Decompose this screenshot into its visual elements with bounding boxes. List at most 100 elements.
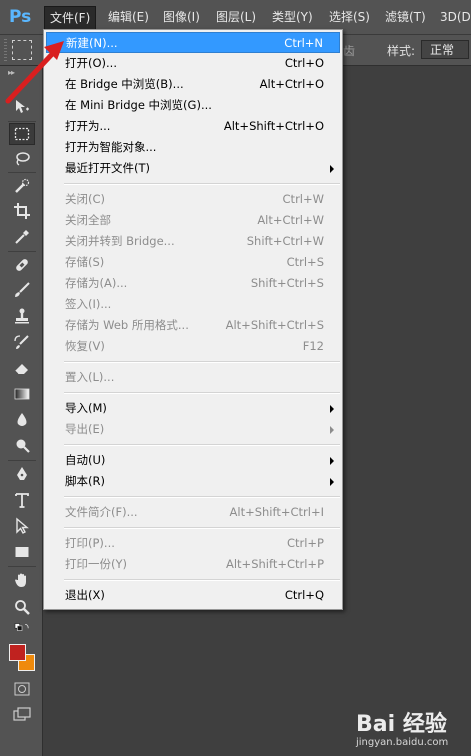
menu-item[interactable]: 导出(E) <box>46 419 340 440</box>
crop-tool-icon[interactable] <box>9 200 35 222</box>
watermark-logo: Bai 经验 <box>356 712 447 737</box>
foreground-color-swatch[interactable] <box>9 644 26 661</box>
menu-item-shortcut: F12 <box>302 339 324 353</box>
menu-item-label: 恢复(V) <box>65 339 105 353</box>
menu-item-shortcut: Alt+Shift+Ctrl+S <box>225 318 324 332</box>
menu-item-label: 打开为... <box>65 119 111 133</box>
zoom-tool-icon[interactable] <box>9 596 35 618</box>
type-tool-icon[interactable] <box>9 489 35 511</box>
menu-item[interactable]: 脚本(R) <box>46 471 340 492</box>
menu-item[interactable]: 存储为(A)... Shift+Ctrl+S <box>46 273 340 294</box>
menu-select[interactable]: 选择(S) <box>324 6 375 28</box>
history-brush-tool-icon[interactable] <box>9 331 35 353</box>
eyedropper-tool-icon[interactable] <box>9 226 35 248</box>
menu-separator <box>64 361 340 363</box>
blur-tool-icon[interactable] <box>9 409 35 431</box>
menu-item[interactable]: 关闭全部 Alt+Ctrl+W <box>46 210 340 231</box>
menu-item-label: 脚本(R) <box>65 474 105 488</box>
rectangle-tool-icon[interactable] <box>9 541 35 563</box>
menu-item-label: 导出(E) <box>65 422 105 436</box>
dodge-tool-icon[interactable] <box>9 435 35 457</box>
quick-selection-tool-icon[interactable] <box>9 175 35 197</box>
menu-item[interactable]: 存储(S) Ctrl+S <box>46 252 340 273</box>
menu-item-label: 关闭并转到 Bridge... <box>65 234 175 248</box>
hand-tool-icon[interactable] <box>9 569 35 591</box>
menu-item[interactable]: 打开为智能对象... <box>46 137 340 158</box>
menu-item[interactable]: 关闭并转到 Bridge... Shift+Ctrl+W <box>46 231 340 252</box>
menu-item[interactable]: 在 Mini Bridge 中浏览(G)... <box>46 95 340 116</box>
menu-item-label: 新建(N)... <box>66 36 118 50</box>
menu-item[interactable]: 文件简介(F)... Alt+Shift+Ctrl+I <box>46 502 340 523</box>
path-selection-tool-icon[interactable] <box>9 515 35 537</box>
menu-type[interactable]: 类型(Y) <box>267 6 318 28</box>
menu-item-label: 置入(L)... <box>65 370 115 384</box>
menu-item-label: 打开为智能对象... <box>65 140 157 154</box>
menu-item-label: 文件简介(F)... <box>65 505 138 519</box>
menu-item-shortcut: Shift+Ctrl+W <box>246 234 324 248</box>
menu-item-label: 最近打开文件(T) <box>65 161 150 175</box>
menu-item[interactable]: 签入(I)... <box>46 294 340 315</box>
menu-item-shortcut: Alt+Shift+Ctrl+O <box>223 119 324 133</box>
pen-tool-icon[interactable] <box>9 463 35 485</box>
menu-item[interactable]: 自动(U) <box>46 450 340 471</box>
gradient-tool-icon[interactable] <box>9 383 35 405</box>
menu-item-label: 在 Bridge 中浏览(B)... <box>65 77 184 91</box>
menu-file[interactable]: 文件(F) <box>44 6 97 29</box>
menu-item-label: 在 Mini Bridge 中浏览(G)... <box>65 98 212 112</box>
menu-item[interactable]: 打印一份(Y) Alt+Shift+Ctrl+P <box>46 554 340 575</box>
tool-preset-picker[interactable] <box>12 40 32 60</box>
menu-separator <box>64 392 340 394</box>
menu-item[interactable]: 最近打开文件(T) <box>46 158 340 179</box>
menu-item[interactable]: 打印(P)... Ctrl+P <box>46 533 340 554</box>
menu-separator <box>64 579 340 581</box>
menu-item-shortcut: Ctrl+Q <box>284 588 324 602</box>
style-select[interactable]: 正常 <box>421 40 469 59</box>
marquee-tool-icon[interactable] <box>9 123 35 145</box>
menu-separator <box>64 527 340 529</box>
menu-item[interactable]: 关闭(C) Ctrl+W <box>46 189 340 210</box>
menu-item[interactable]: 存储为 Web 所用格式... Alt+Shift+Ctrl+S <box>46 315 340 336</box>
submenu-arrow-icon <box>330 165 334 173</box>
menu-item-label: 存储为(A)... <box>65 276 128 290</box>
default-colors-icon[interactable] <box>9 622 35 636</box>
menu-item-label: 打开(O)... <box>65 56 117 70</box>
menu-item-shortcut: Ctrl+W <box>282 192 324 206</box>
menu-item[interactable]: 退出(X) Ctrl+Q <box>46 585 340 606</box>
menu-item[interactable]: 置入(L)... <box>46 367 340 388</box>
clone-stamp-tool-icon[interactable] <box>9 305 35 327</box>
options-bar-grip[interactable] <box>4 39 7 61</box>
menu-item[interactable]: 导入(M) <box>46 398 340 419</box>
quick-mask-icon[interactable] <box>9 678 35 700</box>
menu-edit[interactable]: 编辑(E) <box>103 6 154 28</box>
menu-image[interactable]: 图像(I) <box>158 6 205 28</box>
submenu-arrow-icon <box>330 426 334 434</box>
menu-item-shortcut: Shift+Ctrl+S <box>250 276 324 290</box>
submenu-arrow-icon <box>330 478 334 486</box>
move-tool-icon[interactable] <box>9 96 35 118</box>
eraser-tool-icon[interactable] <box>9 357 35 379</box>
menu-item[interactable]: 打开(O)... Ctrl+O <box>46 53 340 74</box>
menu-layer[interactable]: 图层(L) <box>211 6 261 28</box>
toolbox-collapse-icon[interactable]: ▸▸ <box>8 68 15 77</box>
file-menu-dropdown: 新建(N)... Ctrl+N 打开(O)... Ctrl+O 在 Bridge 中浏览… <box>43 29 343 610</box>
menu-item-shortcut: Ctrl+O <box>284 56 324 70</box>
menu-item[interactable]: 恢复(V) F12 <box>46 336 340 357</box>
healing-brush-tool-icon[interactable] <box>9 254 35 276</box>
menu-item-shortcut: Ctrl+N <box>284 36 323 50</box>
menu-3d[interactable]: 3D(D <box>435 6 471 28</box>
menu-separator <box>64 444 340 446</box>
menu-item[interactable]: 新建(N)... Ctrl+N <box>46 32 340 53</box>
lasso-tool-icon[interactable] <box>9 148 35 170</box>
screen-mode-icon[interactable] <box>9 704 35 726</box>
menu-filter[interactable]: 滤镜(T) <box>380 6 431 28</box>
menu-item-shortcut: Ctrl+P <box>286 536 324 550</box>
menu-item[interactable]: 打开为... Alt+Shift+Ctrl+O <box>46 116 340 137</box>
menu-item-label: 关闭(C) <box>65 192 106 206</box>
menu-item-label: 存储为 Web 所用格式... <box>65 318 189 332</box>
watermark-url: jingyan.baidu.com <box>356 737 449 748</box>
brush-tool-icon[interactable] <box>9 279 35 301</box>
menu-item[interactable]: 在 Bridge 中浏览(B)... Alt+Ctrl+O <box>46 74 340 95</box>
menu-item-shortcut: Alt+Shift+Ctrl+P <box>225 557 324 571</box>
menu-item-label: 打印一份(Y) <box>65 557 127 571</box>
menu-item-label: 签入(I)... <box>65 297 112 311</box>
